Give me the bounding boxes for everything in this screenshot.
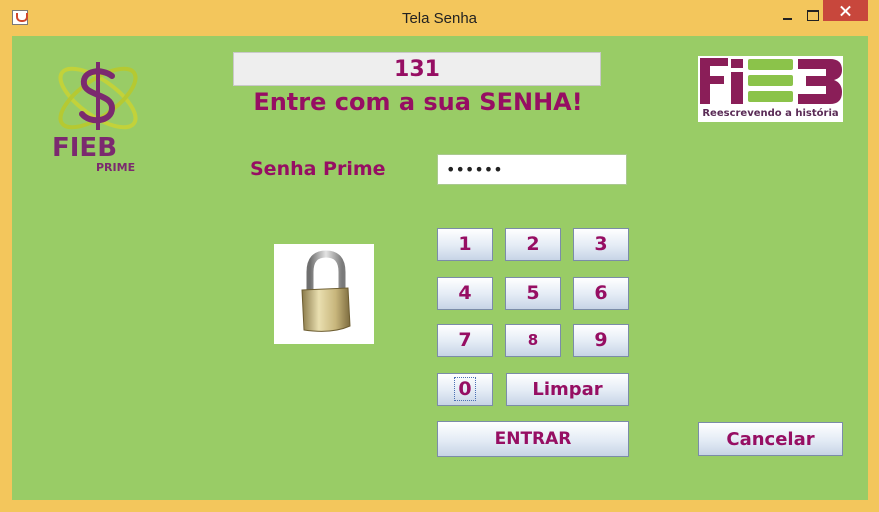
key-1[interactable]: 1 <box>437 228 493 261</box>
fieb-logo: Reescrevendo a história <box>698 56 843 122</box>
key-7[interactable]: 7 <box>437 324 493 357</box>
attempt-counter: 131 <box>233 52 601 86</box>
key-0[interactable]: 0 <box>437 373 493 406</box>
key-6[interactable]: 6 <box>573 277 629 310</box>
fieb-prime-logo: FIEB PRIME <box>52 58 147 174</box>
key-4[interactable]: 4 <box>437 277 493 310</box>
cancel-button[interactable]: Cancelar <box>698 422 843 456</box>
padlock-icon <box>301 250 351 332</box>
padlock-image <box>274 244 374 344</box>
page-heading: Entre com a sua SENHA! <box>253 88 583 116</box>
window-title: Tela Senha <box>401 10 478 27</box>
enter-button[interactable]: ENTRAR <box>437 421 629 457</box>
title-bar[interactable]: Tela Senha <box>0 0 879 36</box>
password-field[interactable] <box>437 154 627 185</box>
key-8[interactable]: 8 <box>505 324 561 357</box>
application-window: Tela Senha FIEB PRIME 131 Entre com a su… <box>0 0 879 512</box>
main-panel: FIEB PRIME 131 Entre com a sua SENHA! Re… <box>12 36 868 500</box>
password-label: Senha Prime <box>250 158 386 180</box>
clear-button[interactable]: Limpar <box>506 373 629 406</box>
close-button[interactable] <box>823 0 868 21</box>
minimize-button[interactable] <box>779 8 797 26</box>
key-5[interactable]: 5 <box>505 277 561 310</box>
svg-text:FIEB: FIEB <box>52 133 117 163</box>
maximize-button[interactable] <box>804 8 822 26</box>
logo-tagline: Reescrevendo a história <box>702 108 839 119</box>
key-2[interactable]: 2 <box>505 228 561 261</box>
key-3[interactable]: 3 <box>573 228 629 261</box>
key-9[interactable]: 9 <box>573 324 629 357</box>
svg-text:PRIME: PRIME <box>96 161 135 173</box>
